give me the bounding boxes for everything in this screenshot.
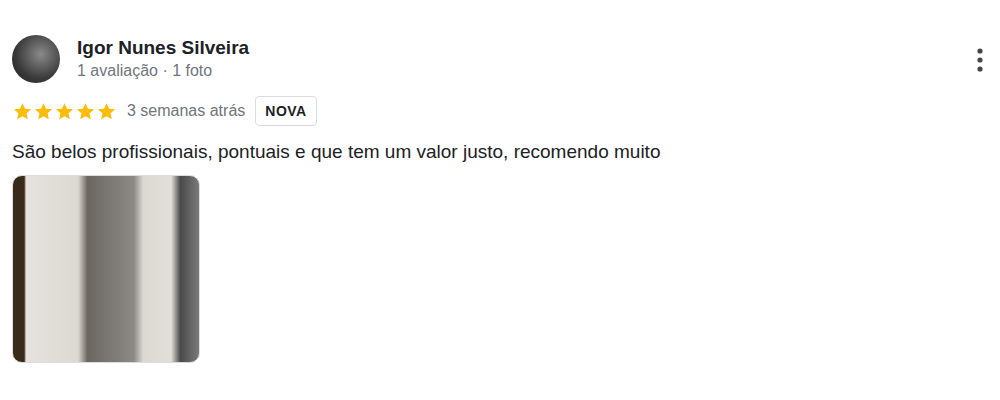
- more-vert-icon: [976, 47, 984, 73]
- star-rating: [12, 101, 117, 122]
- more-button[interactable]: [970, 44, 990, 76]
- review-photo[interactable]: [12, 175, 200, 363]
- review-time: 3 semanas atrás: [127, 100, 245, 122]
- new-badge: NOVA: [255, 96, 316, 126]
- author-meta: 1 avaliação · 1 foto: [77, 60, 249, 82]
- star-icon: [12, 101, 33, 122]
- star-icon: [75, 101, 96, 122]
- review-text: São belos profissionais, pontuais e que …: [12, 139, 988, 165]
- star-icon: [54, 101, 75, 122]
- author-name[interactable]: Igor Nunes Silveira: [77, 36, 249, 60]
- photo-list: [12, 175, 988, 363]
- rating-row: 3 semanas atrás NOVA: [12, 96, 988, 126]
- author-info: Igor Nunes Silveira1 avaliação · 1 foto: [77, 36, 249, 82]
- review-header: Igor Nunes Silveira1 avaliação · 1 foto: [12, 35, 988, 83]
- review-card: Igor Nunes Silveira1 avaliação · 1 foto 3…: [0, 0, 1000, 400]
- avatar[interactable]: [12, 35, 60, 83]
- star-icon: [33, 101, 54, 122]
- star-icon: [96, 101, 117, 122]
